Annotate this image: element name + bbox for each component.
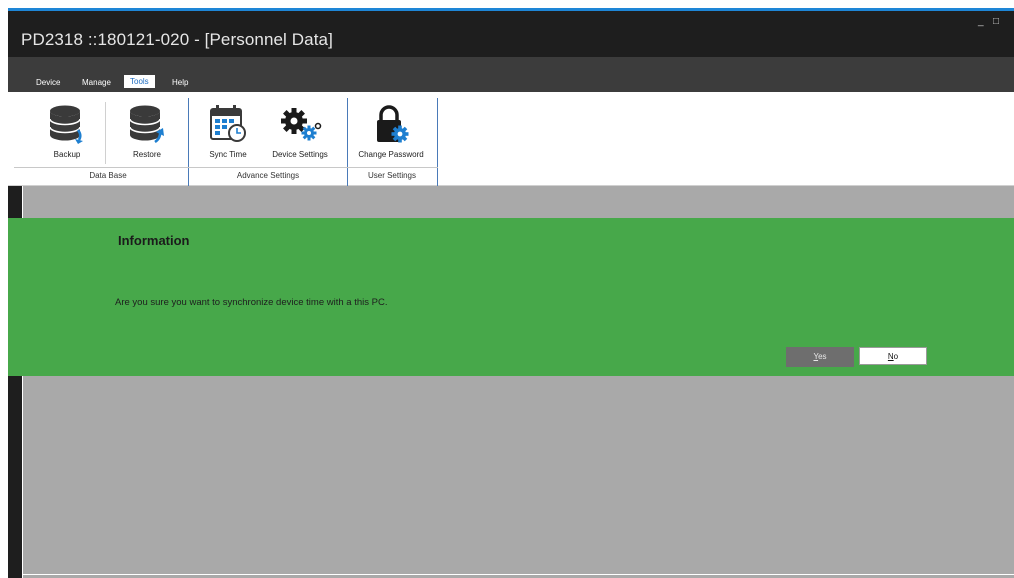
backup-label: Backup [53,150,81,159]
restore-button[interactable]: Restore [118,92,176,164]
group-separator [188,98,189,188]
title-bar: PD2318 ::180121-020 - [Personnel Data] _… [8,11,1014,57]
device-settings-button[interactable]: Device Settings [260,92,340,164]
group-label-advance-settings: Advance Settings [236,171,300,180]
app-window: PD2318 ::180121-020 - [Personnel Data] _… [8,8,1014,578]
group-label-database: Data Base [89,171,127,180]
group-label-divider [14,167,438,168]
backup-button[interactable]: Backup [38,92,96,164]
menu-tools[interactable]: Tools [124,75,155,88]
group-separator [437,98,438,188]
menu-help[interactable]: Help [172,78,188,87]
change-password-button[interactable]: Change Password [351,92,431,164]
yes-label-rest: es [818,352,827,361]
maximize-button[interactable]: □ [993,17,999,27]
group-separator [347,98,348,188]
device-settings-label: Device Settings [272,150,328,159]
database-download-icon [49,105,83,144]
calendar-clock-icon [210,105,246,142]
no-label-rest: o [893,352,899,361]
menu-device[interactable]: Device [36,78,60,87]
restore-label: Restore [132,150,161,159]
workspace-bottom-border [22,574,1014,575]
change-password-label: Change Password [358,150,424,159]
menu-manage[interactable]: Manage [82,78,111,87]
lock-gear-icon [377,105,409,143]
group-label-user-settings: User Settings [367,171,417,180]
window-title: PD2318 ::180121-020 - [Personnel Data] [21,30,333,49]
menu-bar: Device Manage Tools Help [8,57,1014,92]
dialog-message: Are you sure you want to synchronize dev… [115,297,388,308]
gears-icon [281,108,322,141]
database-restore-icon [129,105,164,144]
ribbon-toolbar: Backup Restore Sync Time Device Settings… [8,92,1014,188]
information-dialog: Information Are you sure you want to syn… [8,218,1014,376]
no-button[interactable]: No [859,347,927,365]
sync-time-button[interactable]: Sync Time [198,92,258,164]
ribbon-divider [105,102,106,164]
sync-time-label: Sync Time [209,150,247,159]
yes-button[interactable]: Yes [786,347,854,367]
dialog-title: Information [118,233,190,248]
minimize-button[interactable]: _ [978,17,984,27]
